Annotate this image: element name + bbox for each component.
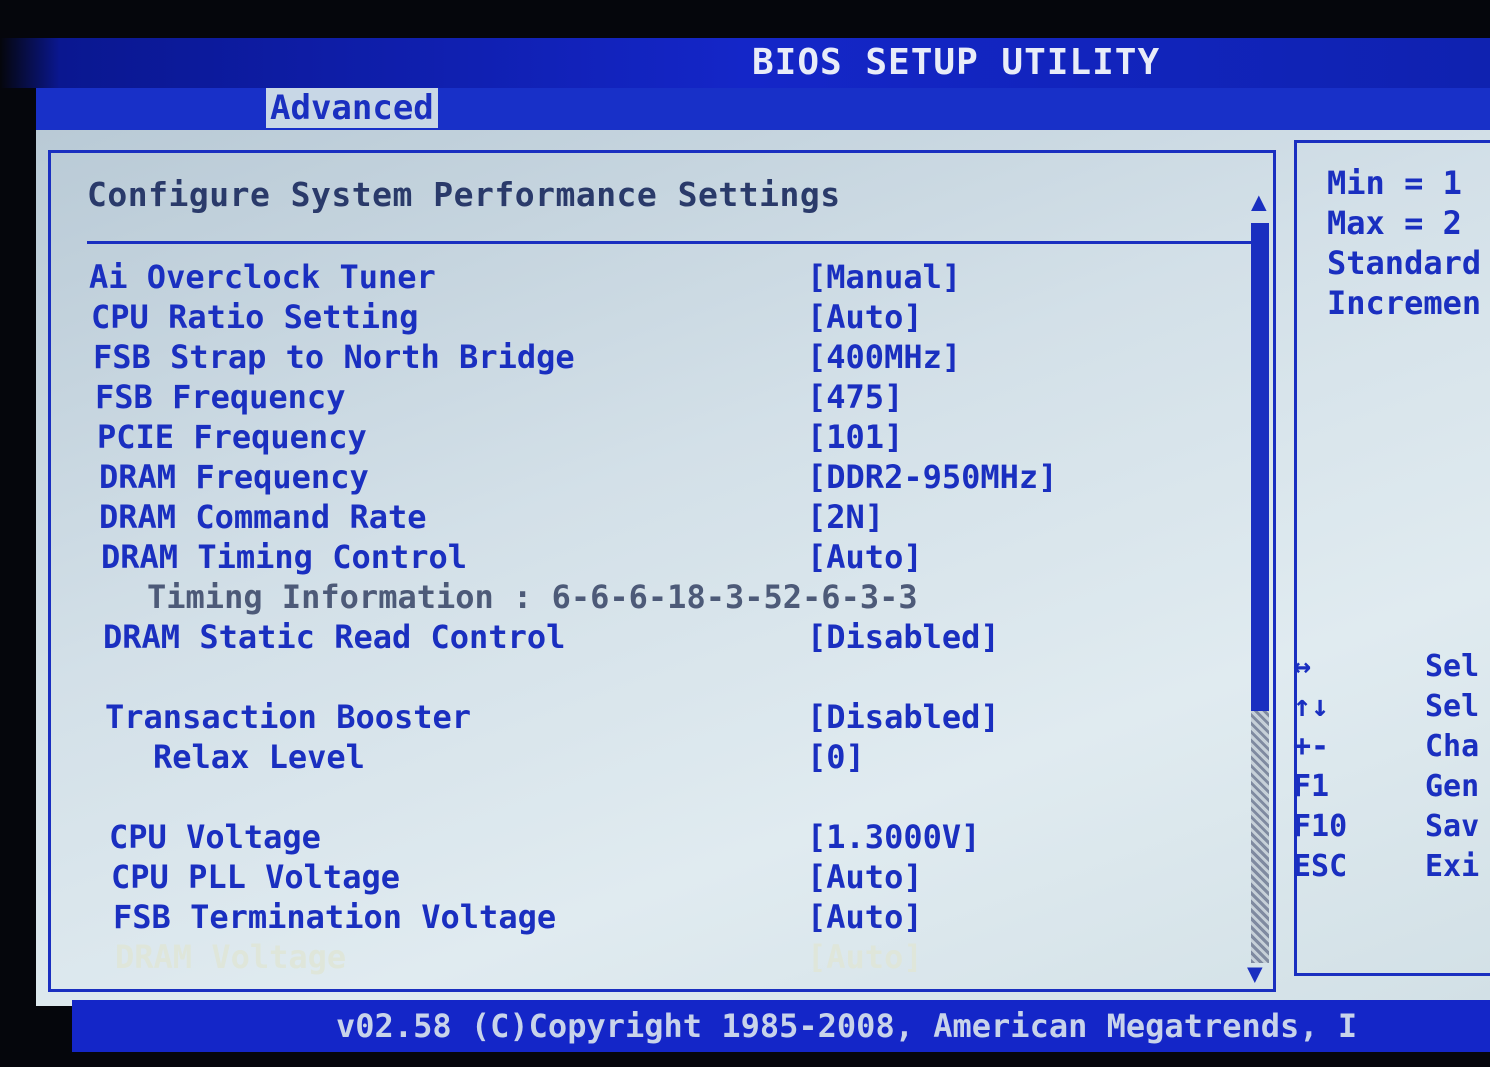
setting-value[interactable]: [Auto] bbox=[807, 897, 923, 937]
setting-ai-overclock-tuner[interactable]: Ai Overclock Tuner [Manual] bbox=[51, 257, 1251, 297]
setting-value[interactable]: [0] bbox=[807, 737, 865, 777]
setting-fsb-strap[interactable]: FSB Strap to North Bridge [400MHz] bbox=[51, 337, 1251, 377]
setting-value[interactable]: [101] bbox=[807, 417, 903, 457]
setting-label: FSB Frequency bbox=[95, 378, 346, 416]
setting-label: CPU Ratio Setting bbox=[91, 298, 419, 336]
setting-value[interactable]: [400MHz] bbox=[807, 337, 961, 377]
help-increment: Incremen bbox=[1327, 284, 1482, 322]
key-label: F1 bbox=[1293, 769, 1330, 804]
key-hint-left-right: ↔ Sel bbox=[1293, 649, 1490, 689]
setting-label: FSB Termination Voltage bbox=[113, 898, 557, 936]
setting-label: DRAM Voltage bbox=[115, 938, 347, 976]
up-down-arrow-icon: ↑↓ bbox=[1293, 689, 1330, 724]
setting-label: Ai Overclock Tuner bbox=[89, 258, 436, 296]
setting-fsb-termination-voltage[interactable]: FSB Termination Voltage [Auto] bbox=[51, 897, 1251, 937]
scroll-down-icon[interactable]: ▼ bbox=[1247, 961, 1263, 987]
page-title: Configure System Performance Settings bbox=[87, 175, 841, 214]
setting-value[interactable]: [DDR2-950MHz] bbox=[807, 457, 1057, 497]
setting-label: Transaction Booster bbox=[105, 698, 472, 736]
key-hint-f1: F1 Gen bbox=[1293, 769, 1490, 809]
window-title: BIOS SETUP UTILITY bbox=[752, 42, 1161, 83]
setting-cpu-ratio[interactable]: CPU Ratio Setting [Auto] bbox=[51, 297, 1251, 337]
title-bar: BIOS SETUP UTILITY bbox=[0, 38, 1490, 88]
setting-value[interactable]: [Disabled] bbox=[807, 617, 1000, 657]
setting-relax-level[interactable]: Relax Level [0] bbox=[51, 737, 1251, 777]
setting-cpu-pll-voltage[interactable]: CPU PLL Voltage [Auto] bbox=[51, 857, 1251, 897]
left-right-arrow-icon: ↔ bbox=[1293, 649, 1312, 684]
copyright-text: v02.58 (C)Copyright 1985-2008, American … bbox=[336, 1007, 1358, 1045]
key-hint-up-down: ↑↓ Sel bbox=[1293, 689, 1490, 729]
setting-value[interactable]: [475] bbox=[807, 377, 903, 417]
key-hint-plus-minus: +- Cha bbox=[1293, 729, 1490, 769]
setting-dram-timing-control[interactable]: DRAM Timing Control [Auto] bbox=[51, 537, 1251, 577]
key-hint-desc: Exi bbox=[1425, 849, 1480, 884]
timing-info-text: Timing Information : 6-6-6-18-3-52-6-3-3 bbox=[147, 578, 918, 616]
key-label: F10 bbox=[1293, 809, 1348, 844]
setting-label: CPU Voltage bbox=[109, 818, 321, 856]
setting-label: DRAM Timing Control bbox=[101, 538, 468, 576]
setting-value[interactable]: [Manual] bbox=[807, 257, 961, 297]
setting-value[interactable]: [2N] bbox=[807, 497, 884, 537]
setting-value[interactable]: [Auto] bbox=[807, 937, 923, 977]
key-hint-desc: Cha bbox=[1425, 729, 1480, 764]
setting-label: FSB Strap to North Bridge bbox=[93, 338, 575, 376]
setting-pcie-frequency[interactable]: PCIE Frequency [101] bbox=[51, 417, 1251, 457]
help-panel: Min = 1 Max = 2 Standard Incremen ↔ Sel … bbox=[1293, 140, 1490, 976]
setting-value[interactable]: [Auto] bbox=[807, 857, 923, 897]
setting-value[interactable]: [Disabled] bbox=[807, 697, 1000, 737]
setting-label: Relax Level bbox=[153, 738, 365, 776]
setting-transaction-booster[interactable]: Transaction Booster [Disabled] bbox=[51, 697, 1251, 737]
scrollbar-thumb[interactable] bbox=[1251, 223, 1269, 711]
scroll-up-icon[interactable]: ▲ bbox=[1251, 189, 1267, 215]
help-standard: Standard bbox=[1327, 244, 1482, 282]
plus-minus-icon: +- bbox=[1293, 729, 1330, 764]
setting-value[interactable]: [1.3000V] bbox=[807, 817, 980, 857]
key-hint-f10: F10 Sav bbox=[1293, 809, 1490, 849]
setting-dram-static-read[interactable]: DRAM Static Read Control [Disabled] bbox=[51, 617, 1251, 657]
help-min: Min = 1 bbox=[1327, 164, 1462, 202]
settings-panel: Configure System Performance Settings Ai… bbox=[48, 150, 1276, 992]
setting-label: DRAM Static Read Control bbox=[103, 618, 566, 656]
key-label: ESC bbox=[1293, 849, 1348, 884]
timing-information: Timing Information : 6-6-6-18-3-52-6-3-3 bbox=[51, 577, 1251, 617]
setting-dram-voltage[interactable]: DRAM Voltage [Auto] bbox=[51, 937, 1251, 977]
key-hint-desc: Sel bbox=[1425, 649, 1480, 684]
setting-cpu-voltage[interactable]: CPU Voltage [1.3000V] bbox=[51, 817, 1251, 857]
setting-label: PCIE Frequency bbox=[97, 418, 367, 456]
heading-divider bbox=[87, 241, 1255, 244]
setting-dram-frequency[interactable]: DRAM Frequency [DDR2-950MHz] bbox=[51, 457, 1251, 497]
bios-screen: Configure System Performance Settings Ai… bbox=[36, 130, 1490, 1006]
help-max: Max = 2 bbox=[1327, 204, 1462, 242]
key-hint-desc: Sel bbox=[1425, 689, 1480, 724]
setting-value[interactable]: [Auto] bbox=[807, 297, 923, 337]
setting-label: DRAM Frequency bbox=[99, 458, 369, 496]
setting-value[interactable]: [Auto] bbox=[807, 537, 923, 577]
tab-advanced[interactable]: Advanced bbox=[266, 88, 438, 128]
key-hint-desc: Gen bbox=[1425, 769, 1480, 804]
setting-fsb-frequency[interactable]: FSB Frequency [475] bbox=[51, 377, 1251, 417]
setting-label: CPU PLL Voltage bbox=[111, 858, 400, 896]
footer-bar: v02.58 (C)Copyright 1985-2008, American … bbox=[72, 1000, 1490, 1052]
key-hint-desc: Sav bbox=[1425, 809, 1480, 844]
key-hint-esc: ESC Exi bbox=[1293, 849, 1490, 889]
setting-label: DRAM Command Rate bbox=[99, 498, 427, 536]
tab-bar: Advanced bbox=[36, 88, 1490, 130]
setting-dram-command-rate[interactable]: DRAM Command Rate [2N] bbox=[51, 497, 1251, 537]
